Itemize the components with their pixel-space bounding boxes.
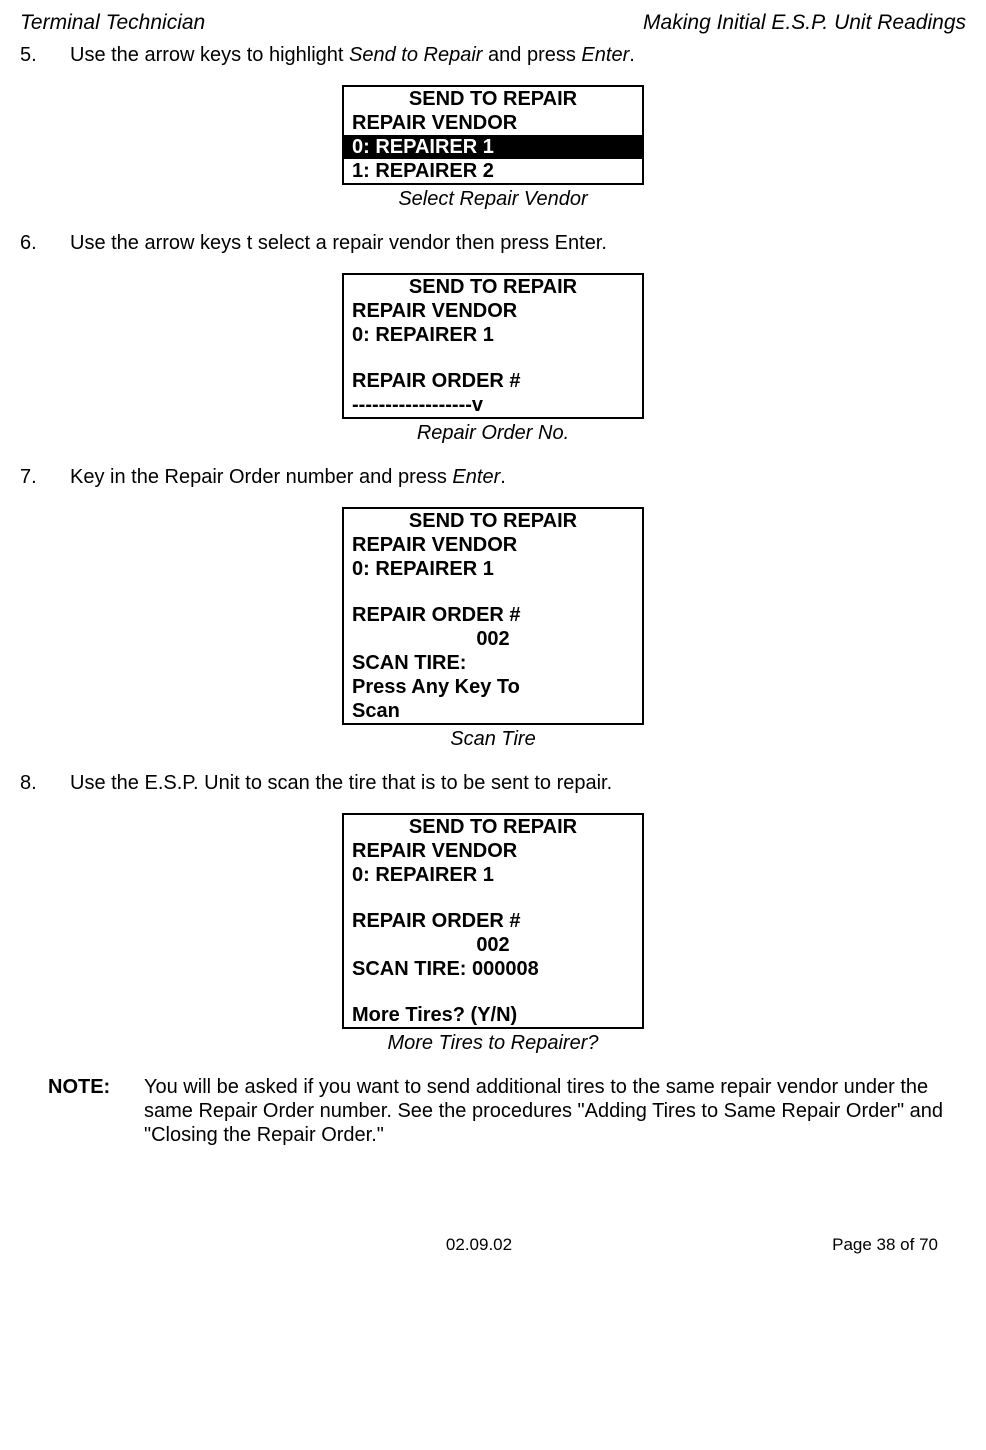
screen-a-title: SEND TO REPAIR [344,87,642,111]
screen-b: SEND TO REPAIR REPAIR VENDOR 0: REPAIRER… [342,273,644,419]
step-5-text-b: and press [482,44,581,66]
screen-d-l5: SCAN TIRE: 000008 [344,957,642,981]
screen-c-l7: Scan [344,699,642,723]
footer-page: Page 38 of 70 [632,1235,938,1255]
screen-c-caption: Scan Tire [342,727,644,751]
step-6-text: Use the arrow keys t select a repair ven… [70,231,966,255]
screen-b-l4: ------------------v [344,393,642,417]
step-7: 7. Key in the Repair Order number and pr… [20,465,966,489]
screen-a-selected: 0: REPAIRER 1 [344,135,642,159]
screen-d-l1: REPAIR VENDOR [344,839,642,863]
step-7-text-b: . [500,466,506,488]
step-5-em2: Repair [424,44,483,66]
step-5-text: Use the arrow keys to highlight Send to … [70,43,966,67]
step-8: 8. Use the E.S.P. Unit to scan the tire … [20,771,966,795]
step-7-em: Enter [452,466,500,488]
step-6-number: 6. [20,231,70,255]
step-5-em1: Send to [349,44,424,66]
step-8-text: Use the E.S.P. Unit to scan the tire tha… [70,771,966,795]
screen-b-l2: 0: REPAIRER 1 [344,323,642,347]
screen-d-l6: More Tires? (Y/N) [344,1003,642,1027]
footer-date: 02.09.02 [326,1235,632,1255]
screen-c-title: SEND TO REPAIR [344,509,642,533]
note-block: NOTE: You will be asked if you want to s… [48,1075,966,1147]
step-6: 6. Use the arrow keys t select a repair … [20,231,966,255]
step-7-text-a: Key in the Repair Order number and press [70,466,452,488]
screen-c-wrap: SEND TO REPAIR REPAIR VENDOR 0: REPAIRER… [20,507,966,751]
note-text: You will be asked if you want to send ad… [144,1075,966,1147]
screen-d: SEND TO REPAIR REPAIR VENDOR 0: REPAIRER… [342,813,644,1029]
step-5-text-a: Use the arrow keys to highlight [70,44,349,66]
header-left: Terminal Technician [20,10,205,35]
step-8-number: 8. [20,771,70,795]
step-7-number: 7. [20,465,70,489]
step-5: 5. Use the arrow keys to highlight Send … [20,43,966,67]
screen-c-l2: 0: REPAIRER 1 [344,557,642,581]
step-5-em3: Enter [581,44,629,66]
screen-c: SEND TO REPAIR REPAIR VENDOR 0: REPAIRER… [342,507,644,725]
page-footer: 02.09.02 Page 38 of 70 [20,1235,966,1255]
step-5-number: 5. [20,43,70,67]
screen-d-l2: 0: REPAIRER 1 [344,863,642,887]
screen-d-l4: 002 [344,933,642,957]
step-7-text: Key in the Repair Order number and press… [70,465,966,489]
screen-b-wrap: SEND TO REPAIR REPAIR VENDOR 0: REPAIRER… [20,273,966,445]
screen-a-l2: 1: REPAIRER 2 [344,159,642,183]
screen-d-wrap: SEND TO REPAIR REPAIR VENDOR 0: REPAIRER… [20,813,966,1055]
page-header: Terminal Technician Making Initial E.S.P… [20,10,966,35]
screen-a: SEND TO REPAIR REPAIR VENDOR 0: REPAIRER… [342,85,644,185]
note-label: NOTE: [48,1075,144,1147]
screen-b-caption: Repair Order No. [342,421,644,445]
step-5-text-c: . [629,44,635,66]
screen-d-l3: REPAIR ORDER # [344,909,642,933]
screen-a-caption: Select Repair Vendor [342,187,644,211]
footer-left [20,1235,326,1255]
header-right: Making Initial E.S.P. Unit Readings [643,10,966,35]
screen-c-l3: REPAIR ORDER # [344,603,642,627]
screen-b-title: SEND TO REPAIR [344,275,642,299]
screen-b-l1: REPAIR VENDOR [344,299,642,323]
screen-c-l5: SCAN TIRE: [344,651,642,675]
screen-d-title: SEND TO REPAIR [344,815,642,839]
screen-b-l3: REPAIR ORDER # [344,369,642,393]
screen-c-l1: REPAIR VENDOR [344,533,642,557]
screen-c-l6: Press Any Key To [344,675,642,699]
screen-a-l1: REPAIR VENDOR [344,111,642,135]
screen-a-wrap: SEND TO REPAIR REPAIR VENDOR 0: REPAIRER… [20,85,966,211]
screen-d-caption: More Tires to Repairer? [342,1031,644,1055]
screen-c-l4: 002 [344,627,642,651]
